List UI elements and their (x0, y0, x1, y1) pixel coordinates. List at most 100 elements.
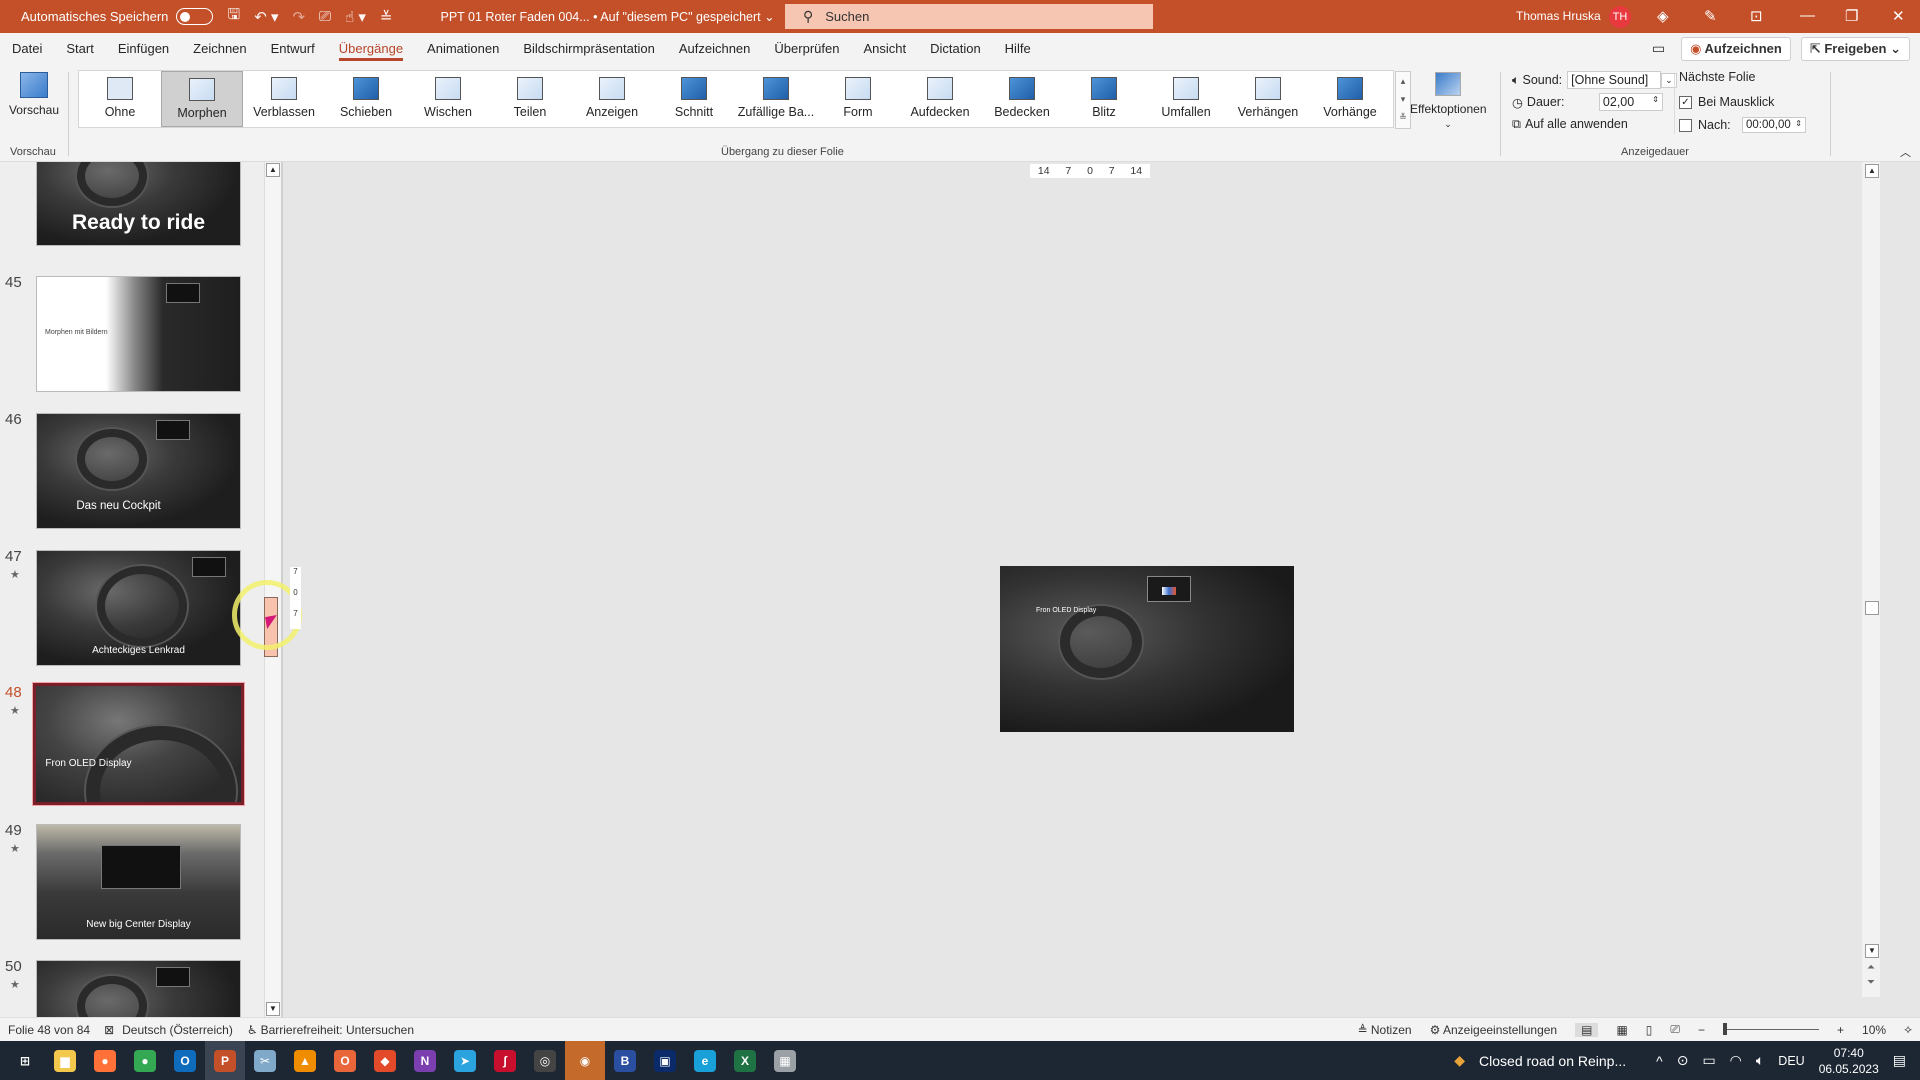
taskbar-app-windows-start[interactable]: ⊞ (5, 1041, 45, 1080)
taskbar-app-snipping-tool[interactable]: ✂ (245, 1041, 285, 1080)
slide-thumbnail-selected[interactable]: 48 ★ Fron OLED Display (0, 682, 264, 806)
tab-datei[interactable]: Datei (0, 33, 54, 64)
slide-thumbnail[interactable]: 49 ★ New big Center Display (0, 822, 264, 944)
tab-zeichnen[interactable]: Zeichnen (181, 33, 258, 64)
slideshow-icon[interactable]: ⎚ (1670, 1022, 1680, 1037)
taskbar-app-edge[interactable]: e (685, 1041, 725, 1080)
taskbar-app-outlook[interactable]: O (165, 1041, 205, 1080)
taskbar-app-obs[interactable]: ◎ (525, 1041, 565, 1080)
save-icon[interactable]: 🖫 (227, 4, 240, 29)
taskbar-app-app-pdf[interactable]: ʃ (485, 1041, 525, 1080)
tab-dictation[interactable]: Dictation (918, 33, 993, 64)
effect-options-button[interactable]: Effektoptionen ⌄ (1410, 72, 1487, 130)
battery-icon[interactable]: ▭ (1702, 1052, 1715, 1069)
diamond-icon[interactable]: ◈ (1657, 7, 1669, 25)
slide-thumbnail[interactable]: 47 ★ Achteckiges Lenkrad (0, 548, 264, 670)
on-click-checkbox[interactable]: ✓ Bei Mausklick (1679, 90, 1806, 114)
tab-entwurf[interactable]: Entwurf (259, 33, 327, 64)
gallery-up-icon[interactable]: ▴ (1396, 72, 1410, 90)
next-slide-icon[interactable]: ⏷ (1867, 977, 1875, 988)
ribbon-display-icon[interactable]: ⊡ (1750, 7, 1763, 25)
slide-thumbnail[interactable]: Ready to ride (0, 162, 264, 250)
user-name[interactable]: Thomas Hruska (1516, 9, 1601, 23)
transition-form[interactable]: Form (817, 71, 899, 127)
transition-morphen[interactable]: Morphen (161, 71, 243, 127)
transition-bedecken[interactable]: Bedecken (981, 71, 1063, 127)
taskbar-app-onenote[interactable]: N (405, 1041, 445, 1080)
taskbar-app-app-gray[interactable]: ▦ (765, 1041, 805, 1080)
tab-start[interactable]: Start (54, 33, 105, 64)
tray-overflow-icon[interactable]: ^ (1656, 1053, 1663, 1069)
transition-zufaellige-balken[interactable]: Zufällige Ba... (735, 71, 817, 127)
transition-aufdecken[interactable]: Aufdecken (899, 71, 981, 127)
zoom-slider[interactable] (1723, 1023, 1820, 1035)
volume-icon[interactable]: 🔈︎ (1756, 1052, 1764, 1069)
gallery-scroll[interactable]: ▴ ▾ ≚ (1395, 71, 1411, 129)
undo-icon[interactable]: ↶ ▾ (254, 8, 278, 26)
minimize-icon[interactable]: — (1800, 7, 1815, 24)
spellcheck-icon[interactable]: ⊠ (104, 1023, 114, 1037)
autosave-toggle[interactable] (176, 8, 214, 25)
customize-qat-icon[interactable]: ≚ (380, 8, 393, 26)
tab-ansicht[interactable]: Ansicht (851, 33, 918, 64)
after-time-input[interactable]: 00:00,00 ⇕ (1742, 117, 1806, 133)
tab-ueberpruefen[interactable]: Überprüfen (762, 33, 851, 64)
canvas-scroll-thumb[interactable] (1865, 601, 1879, 615)
notes-button[interactable]: ≜ Notizen (1357, 1023, 1411, 1037)
taskbar-app-app-red[interactable]: ◆ (365, 1041, 405, 1080)
taskbar-app-video-app[interactable]: ▣ (645, 1041, 685, 1080)
search-box[interactable]: ⚲ Suchen (785, 4, 1153, 29)
tab-hilfe[interactable]: Hilfe (993, 33, 1043, 64)
current-slide[interactable]: Fron OLED Display (1000, 566, 1294, 732)
restore-icon[interactable]: ❐ (1845, 7, 1858, 25)
taskbar-app-powerpoint[interactable]: P (205, 1041, 245, 1080)
slide-thumbnail[interactable]: 46 Das neu Cockpit (0, 411, 264, 533)
accessibility-check[interactable]: Barrierefreiheit: Untersuchen (261, 1023, 414, 1037)
display-settings-button[interactable]: ⚙ Anzeigeeinstellungen (1430, 1023, 1558, 1037)
slide-thumbnail[interactable]: 45 Morphen mit Bildern (0, 274, 264, 396)
transition-ohne[interactable]: Ohne (79, 71, 161, 127)
notification-icon[interactable]: ◆ (1454, 1052, 1465, 1069)
canvas-scrollbar[interactable]: ▲ ▼ ⏶ ⏷ (1862, 162, 1880, 997)
fit-to-window-icon[interactable]: ⟡ (1904, 1022, 1912, 1037)
scroll-up-icon[interactable]: ▲ (1865, 164, 1879, 178)
clock[interactable]: 07:40 06.05.2023 (1819, 1045, 1879, 1077)
slide-thumbnail[interactable]: 50 ★ (0, 958, 264, 1017)
sound-dropdown[interactable]: [Ohne Sound] (1567, 71, 1662, 89)
tab-einfuegen[interactable]: Einfügen (106, 33, 181, 64)
touch-mode-icon[interactable]: ☝ ▾ (345, 8, 366, 26)
transition-blitz[interactable]: Blitz (1063, 71, 1145, 127)
present-from-start-icon[interactable]: ⎚ (319, 8, 331, 25)
action-center-icon[interactable]: ▤ (1893, 1052, 1906, 1069)
redo-icon[interactable]: ↷ (292, 8, 305, 26)
tab-uebergaenge[interactable]: Übergänge (327, 33, 415, 64)
apply-to-all-button[interactable]: ⧉ Auf alle anwenden (1512, 114, 1677, 134)
document-title[interactable]: PPT 01 Roter Faden 004... • Auf "diesem … (440, 9, 774, 24)
gallery-down-icon[interactable]: ▾ (1396, 90, 1410, 108)
share-button[interactable]: ⇱ Freigeben ⌄ (1800, 36, 1910, 61)
taskbar-app-firefox[interactable]: ● (85, 1041, 125, 1080)
taskbar-app-blue-app[interactable]: B (605, 1041, 645, 1080)
taskbar-app-chrome[interactable]: ● (125, 1041, 165, 1080)
duration-input[interactable]: 02,00 ⇕ (1598, 93, 1663, 111)
scroll-down-icon[interactable]: ▼ (266, 1002, 280, 1016)
taskbar-app-vlc[interactable]: ▲ (285, 1041, 325, 1080)
scroll-down-icon[interactable]: ▼ (1865, 944, 1879, 958)
record-button[interactable]: ◉ Aufzeichnen (1681, 36, 1791, 61)
scroll-up-icon[interactable]: ▲ (266, 163, 280, 177)
after-checkbox[interactable] (1679, 118, 1692, 132)
transition-anzeigen[interactable]: Anzeigen (571, 71, 653, 127)
taskbar-app-office[interactable]: O (325, 1041, 365, 1080)
tab-bildschirmpraesentation[interactable]: Bildschirmpräsentation (511, 33, 667, 64)
language-indicator[interactable]: Deutsch (Österreich) (122, 1023, 233, 1037)
wifi-icon[interactable]: ◠ (1730, 1052, 1742, 1069)
comments-icon[interactable]: ▭ (1652, 40, 1665, 57)
input-language[interactable]: DEU (1778, 1054, 1804, 1068)
taskbar-app-excel[interactable]: X (725, 1041, 765, 1080)
tab-animationen[interactable]: Animationen (415, 33, 511, 64)
transition-vorhaenge[interactable]: Vorhänge (1309, 71, 1391, 127)
notification-text[interactable]: Closed road on Reinp... (1479, 1053, 1626, 1069)
zoom-in-icon[interactable]: + (1837, 1023, 1844, 1037)
taskbar-app-recorder[interactable]: ◉ (565, 1041, 605, 1080)
pen-icon[interactable]: ✎ (1704, 7, 1717, 25)
